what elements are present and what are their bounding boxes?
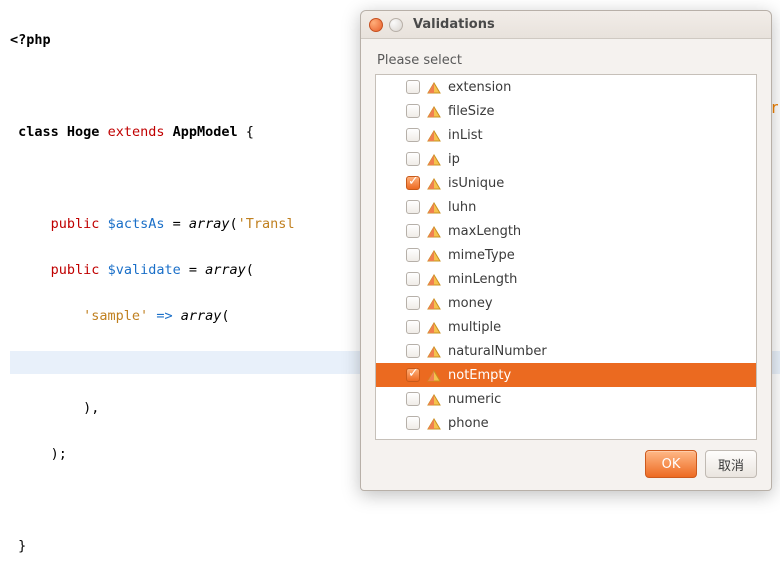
var-validate: $validate — [108, 262, 181, 278]
method-icon — [426, 224, 442, 238]
method-icon — [426, 368, 442, 382]
validation-label: inList — [448, 128, 483, 143]
arrow: => — [156, 308, 172, 324]
keyword-class: class — [18, 124, 59, 140]
validation-label: money — [448, 296, 493, 311]
equals: = — [189, 262, 197, 278]
method-icon — [426, 248, 442, 262]
method-icon — [426, 200, 442, 214]
keyword-extends: extends — [108, 124, 165, 140]
checkbox[interactable] — [406, 128, 420, 142]
titlebar[interactable]: Validations — [361, 11, 771, 39]
validation-row[interactable]: numeric — [376, 387, 756, 411]
validation-label: extension — [448, 80, 511, 95]
validation-label: notEmpty — [448, 368, 511, 383]
method-icon — [426, 392, 442, 406]
method-icon — [426, 296, 442, 310]
keyword-public: public — [51, 216, 100, 232]
close-array-inner: ), — [83, 400, 99, 416]
fn-array: array — [205, 262, 246, 278]
keyword-public: public — [51, 262, 100, 278]
checkbox[interactable] — [406, 296, 420, 310]
cancel-button[interactable]: 取消 — [705, 450, 757, 478]
class-name: Hoge — [67, 124, 100, 140]
validation-label: isUnique — [448, 176, 504, 191]
method-icon — [426, 320, 442, 334]
checkbox[interactable] — [406, 368, 420, 382]
checkbox[interactable] — [406, 80, 420, 94]
fn-array: array — [189, 216, 230, 232]
validation-label: naturalNumber — [448, 344, 547, 359]
validation-row[interactable]: ip — [376, 147, 756, 171]
fn-array: array — [181, 308, 222, 324]
validation-label: ip — [448, 152, 460, 167]
validation-label: phone — [448, 416, 489, 431]
validation-label: numeric — [448, 392, 501, 407]
validation-label: maxLength — [448, 224, 521, 239]
dialog-prompt: Please select — [375, 49, 757, 74]
checkbox[interactable] — [406, 344, 420, 358]
validation-row[interactable]: isUnique — [376, 171, 756, 195]
validation-label: luhn — [448, 200, 476, 215]
checkbox[interactable] — [406, 416, 420, 430]
super-name: AppModel — [173, 124, 238, 140]
checkbox[interactable] — [406, 272, 420, 286]
validation-label: fileSize — [448, 104, 494, 119]
validation-row[interactable]: fileSize — [376, 99, 756, 123]
validation-list[interactable]: extension fileSize inList ip isUnique luhn max… — [375, 74, 757, 440]
equals: = — [173, 216, 181, 232]
string-transl: 'Transl — [238, 216, 295, 232]
checkbox[interactable] — [406, 392, 420, 406]
validation-label: minLength — [448, 272, 517, 287]
minimize-icon[interactable] — [389, 18, 403, 32]
method-icon — [426, 176, 442, 190]
method-icon — [426, 152, 442, 166]
ok-button[interactable]: OK — [645, 450, 697, 478]
brace-open: { — [246, 124, 254, 140]
brace-close: } — [18, 538, 26, 554]
method-icon — [426, 416, 442, 430]
dialog-title: Validations — [413, 17, 495, 32]
validation-row[interactable]: minLength — [376, 267, 756, 291]
validation-row[interactable]: extension — [376, 75, 756, 99]
checkbox[interactable] — [406, 176, 420, 190]
validation-row[interactable]: luhn — [376, 195, 756, 219]
checkbox[interactable] — [406, 224, 420, 238]
checkbox[interactable] — [406, 200, 420, 214]
validation-row[interactable]: naturalNumber — [376, 339, 756, 363]
checkbox[interactable] — [406, 248, 420, 262]
validation-row[interactable]: inList — [376, 123, 756, 147]
validation-label: mimeType — [448, 248, 515, 263]
validation-label: multiple — [448, 320, 501, 335]
validation-row[interactable]: phone — [376, 411, 756, 435]
validations-dialog: Validations Please select extension fileS… — [360, 10, 772, 491]
validation-row[interactable]: mimeType — [376, 243, 756, 267]
validation-row[interactable]: maxLength — [376, 219, 756, 243]
validation-row[interactable]: multiple — [376, 315, 756, 339]
method-icon — [426, 80, 442, 94]
method-icon — [426, 128, 442, 142]
var-actsas: $actsAs — [108, 216, 165, 232]
close-array-outer: ); — [51, 446, 67, 462]
method-icon — [426, 344, 442, 358]
method-icon — [426, 104, 442, 118]
method-icon — [426, 272, 442, 286]
validation-row[interactable]: notEmpty — [376, 363, 756, 387]
php-open-tag: <?php — [10, 32, 51, 48]
close-icon[interactable] — [369, 18, 383, 32]
checkbox[interactable] — [406, 320, 420, 334]
validation-row[interactable]: money — [376, 291, 756, 315]
checkbox[interactable] — [406, 152, 420, 166]
checkbox[interactable] — [406, 104, 420, 118]
string-sample: 'sample' — [83, 308, 148, 324]
